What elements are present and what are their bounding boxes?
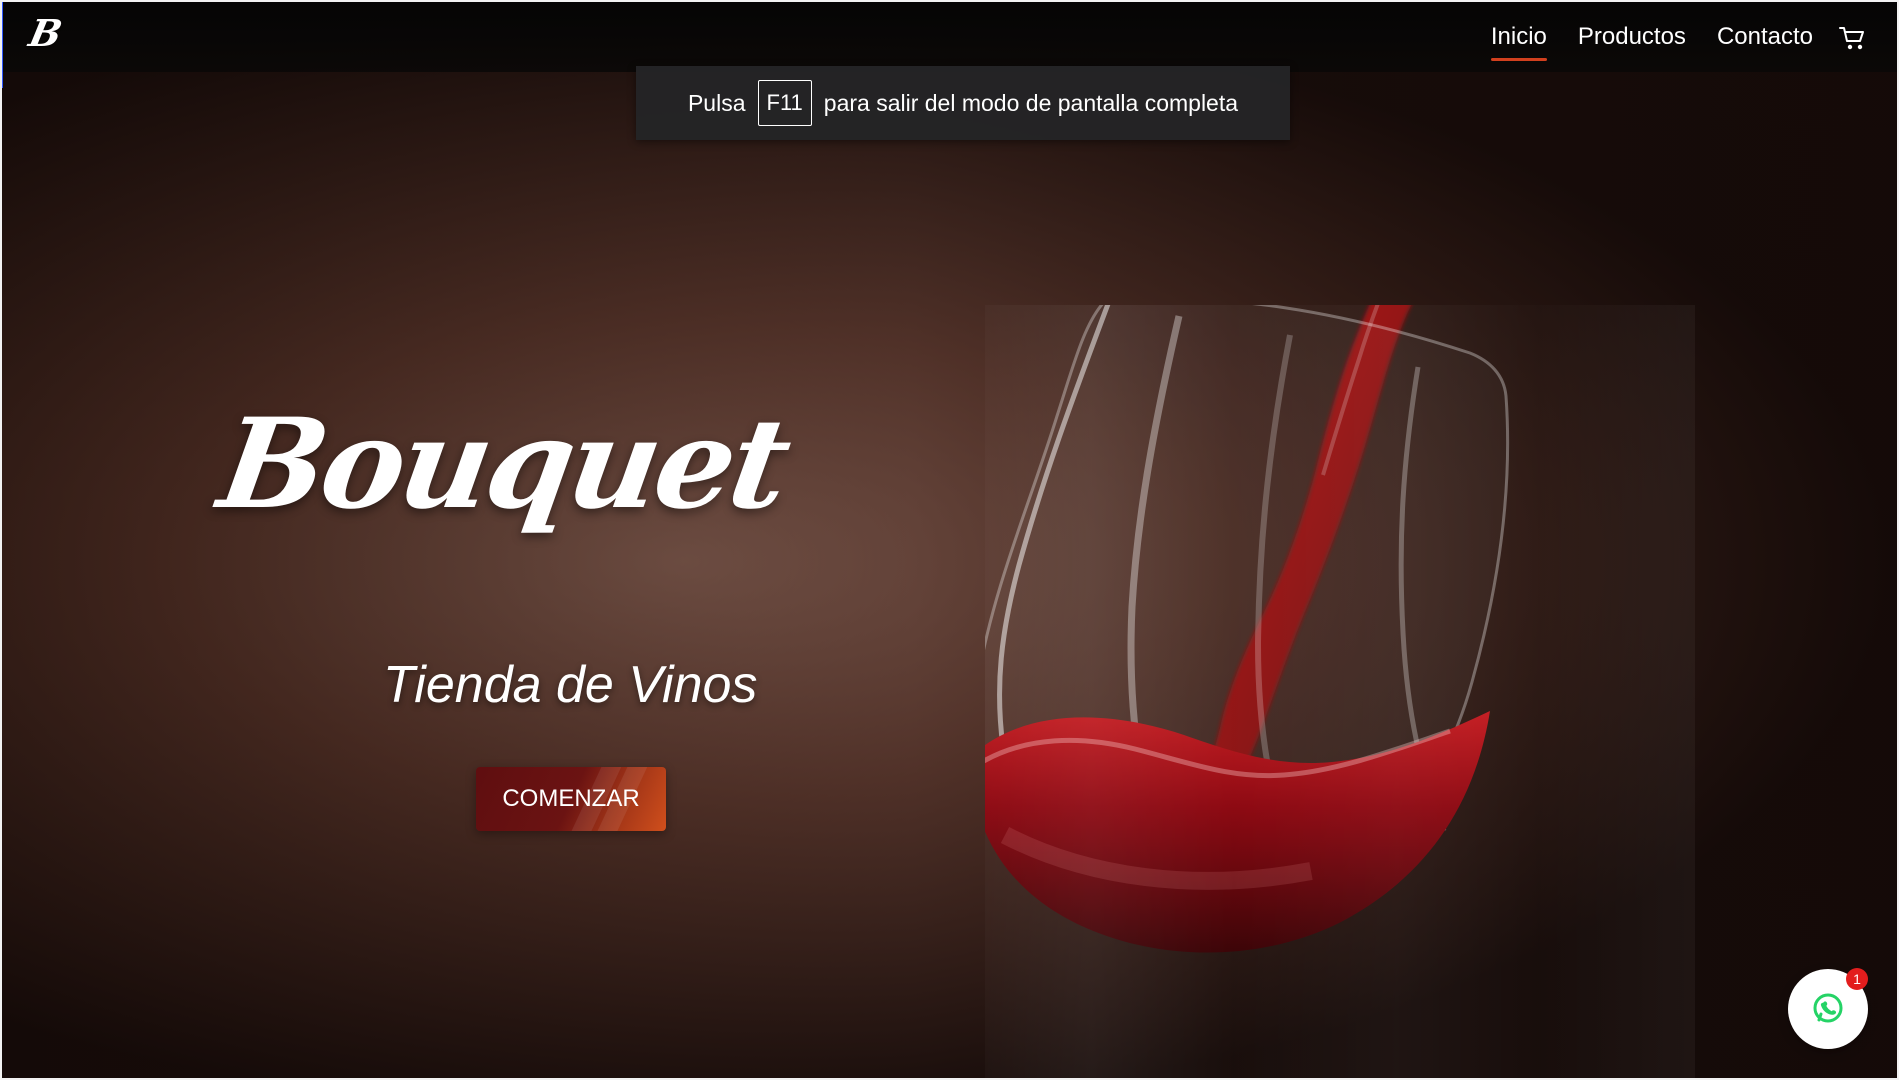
main-navigation: Inicio Productos Contacto <box>1490 17 1813 61</box>
start-button-label: COMENZAR <box>502 785 640 812</box>
whatsapp-icon <box>1813 993 1843 1023</box>
cart-icon[interactable] <box>1838 25 1868 53</box>
fullscreen-exit-message: Pulsa F11 para salir del modo de pantall… <box>636 66 1290 140</box>
chat-notification-badge: 1 <box>1846 968 1868 990</box>
nav-item-contacto[interactable]: Contacto <box>1717 17 1813 57</box>
landing-page: B Inicio Productos Contacto Pulsa F11 pa… <box>0 0 1899 1080</box>
hero-title: Bouquet <box>210 392 797 537</box>
nav-item-productos[interactable]: Productos <box>1578 17 1686 57</box>
window-frame <box>0 0 1899 1080</box>
hero-subtitle: Tienda de Vinos <box>383 656 758 714</box>
wine-pour-illustration <box>985 305 1695 1080</box>
fullscreen-message-prefix: Pulsa <box>687 89 746 116</box>
start-button[interactable]: COMENZAR <box>476 767 666 831</box>
fullscreen-message-suffix: para salir del modo de pantalla completa <box>823 89 1239 116</box>
top-navigation-bar: B Inicio Productos Contacto <box>0 0 1899 72</box>
window-edge-highlight <box>0 0 3 88</box>
brand-logo[interactable]: B <box>25 11 66 55</box>
f11-key-badge: F11 <box>757 80 812 126</box>
nav-item-inicio[interactable]: Inicio <box>1490 17 1547 61</box>
